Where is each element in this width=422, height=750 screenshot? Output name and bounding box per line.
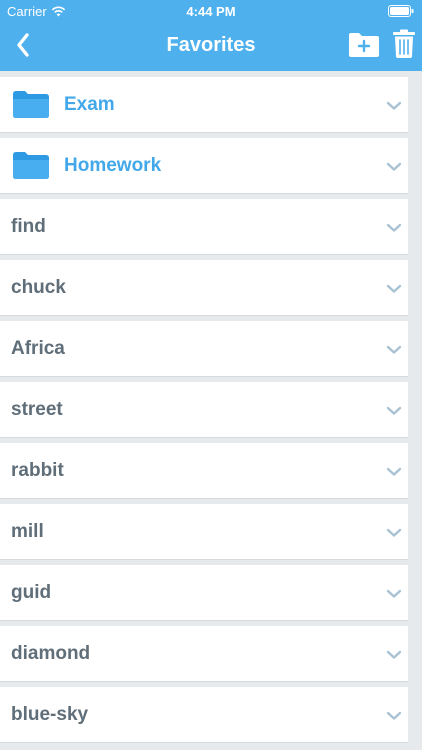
item-label: guid [11, 582, 52, 603]
new-folder-icon[interactable] [348, 30, 380, 60]
item-label: mill [11, 521, 44, 542]
list-item[interactable]: chuck [0, 260, 408, 315]
folder-label: Homework [64, 155, 162, 176]
chevron-down-icon[interactable] [386, 711, 402, 721]
item-label: diamond [11, 643, 91, 664]
list-item[interactable]: blue-sky [0, 687, 408, 742]
chevron-down-icon[interactable] [386, 223, 402, 233]
item-label: find [11, 216, 46, 237]
battery-icon [388, 5, 414, 17]
folder-row-exam[interactable]: Exam [0, 77, 408, 132]
chevron-down-icon[interactable] [386, 406, 402, 416]
list-item[interactable]: mill [0, 504, 408, 559]
chevron-down-icon[interactable] [386, 345, 402, 355]
list-item[interactable]: street [0, 382, 408, 437]
nav-bar: Favorites [0, 22, 422, 71]
folder-row-homework[interactable]: Homework [0, 138, 408, 193]
status-bar: Carrier 4:44 PM [0, 0, 422, 22]
item-label: Africa [11, 338, 65, 359]
chevron-down-icon[interactable] [386, 589, 402, 599]
item-label: chuck [11, 277, 66, 298]
chevron-down-icon[interactable] [386, 284, 402, 294]
chevron-down-icon[interactable] [386, 101, 402, 111]
folder-icon [13, 152, 49, 179]
chevron-down-icon[interactable] [386, 162, 402, 172]
folder-icon [13, 91, 49, 118]
list-item[interactable]: Africa [0, 321, 408, 376]
header: Carrier 4:44 PM Favorites [0, 0, 422, 71]
chevron-down-icon[interactable] [386, 467, 402, 477]
chevron-down-icon[interactable] [386, 650, 402, 660]
chevron-down-icon[interactable] [386, 528, 402, 538]
trash-icon[interactable] [392, 29, 416, 59]
list-item[interactable]: guid [0, 565, 408, 620]
folder-label: Exam [64, 94, 115, 115]
list-item[interactable]: rabbit [0, 443, 408, 498]
list-item[interactable]: find [0, 199, 408, 254]
list-item[interactable]: diamond [0, 626, 408, 681]
status-time: 4:44 PM [186, 4, 236, 19]
item-label: blue-sky [11, 704, 89, 725]
item-label: street [11, 399, 63, 420]
item-label: rabbit [11, 460, 64, 481]
favorites-list: Exam Homework find chuck Africa street r… [0, 71, 422, 742]
